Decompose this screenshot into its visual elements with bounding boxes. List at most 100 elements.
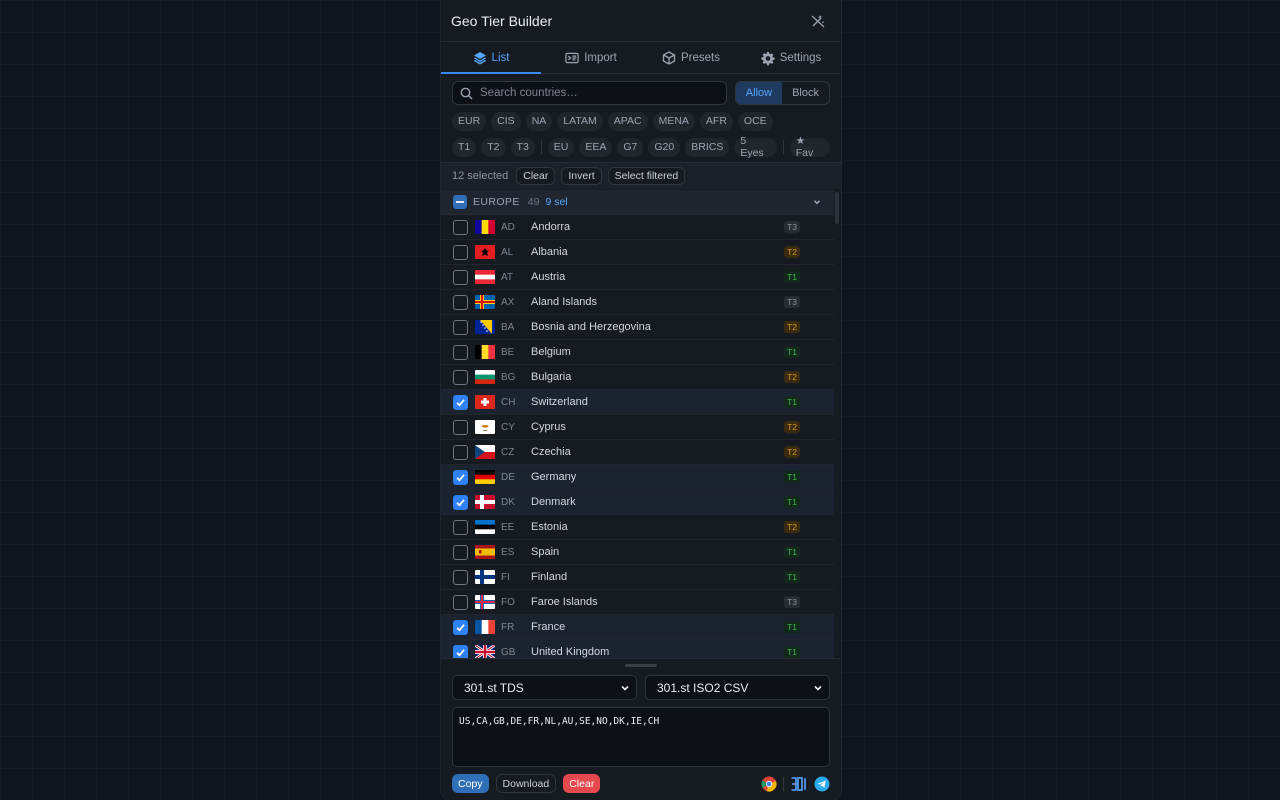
region-chip[interactable]: MENA	[652, 111, 695, 131]
country-checkbox[interactable]	[453, 619, 468, 635]
checkmark-icon	[456, 623, 465, 632]
tier-chip[interactable]: T1	[452, 137, 477, 157]
allow-mode-button[interactable]: Allow	[735, 82, 783, 104]
country-checkbox[interactable]	[453, 444, 468, 460]
output-textarea[interactable]: US,CA,GB,DE,FR,NL,AU,SE,NO,DK,IE,CH	[452, 707, 830, 767]
country-checkbox[interactable]	[453, 244, 468, 260]
country-checkbox[interactable]	[453, 219, 468, 235]
country-checkbox[interactable]	[453, 569, 468, 585]
country-row[interactable]: FR France T1	[441, 615, 834, 640]
country-list[interactable]: EUROPE 49 9 sel AD Andorra T3 AL Albania T2 AT…	[441, 190, 841, 658]
country-row[interactable]: AD Andorra T3	[441, 215, 834, 240]
flag-fi-icon	[475, 570, 495, 584]
country-checkbox[interactable]	[453, 344, 468, 360]
brand-301-icon[interactable]	[790, 776, 808, 792]
region-chip[interactable]: EUR	[452, 111, 487, 131]
region-chip[interactable]: AFR	[699, 111, 733, 131]
tab-presets[interactable]: Presets	[641, 42, 741, 73]
flag-be-icon	[475, 345, 495, 359]
country-checkbox[interactable]	[453, 594, 468, 610]
country-checkbox[interactable]	[453, 269, 468, 285]
tier-badge: T1	[784, 621, 800, 633]
country-row[interactable]: AT Austria T1	[441, 265, 834, 290]
tier-chip[interactable]: T2	[481, 137, 506, 157]
search-box	[452, 81, 727, 105]
tab-settings-label: Settings	[779, 51, 822, 64]
country-checkbox[interactable]	[453, 419, 468, 435]
country-row[interactable]: FI Finland T1	[441, 565, 834, 590]
country-row[interactable]: DE Germany T1	[441, 465, 834, 490]
tier-badge: T1	[784, 571, 800, 583]
country-checkbox[interactable]	[453, 544, 468, 560]
region-chip[interactable]: LATAM	[557, 111, 603, 131]
country-checkbox[interactable]	[453, 319, 468, 335]
country-checkbox[interactable]	[453, 644, 468, 658]
chrome-icon[interactable]	[761, 776, 777, 792]
tier-badge: T3	[784, 596, 800, 608]
checkmark-icon	[456, 398, 465, 407]
copy-button[interactable]: Copy	[452, 774, 489, 793]
country-name: United Kingdom	[531, 646, 610, 658]
country-row[interactable]: BG Bulgaria T2	[441, 365, 834, 390]
resize-handle[interactable]	[625, 664, 657, 667]
tab-list[interactable]: List	[441, 42, 541, 74]
region-chip[interactable]: CIS	[491, 111, 521, 131]
favorites-chip[interactable]: ★ Fav	[789, 135, 831, 159]
region-chip[interactable]: NA	[525, 111, 553, 131]
tab-list-label: List	[491, 51, 510, 64]
block-mode-button[interactable]: Block	[782, 82, 829, 104]
invert-selection-button[interactable]: Invert	[561, 167, 602, 185]
bloc-chip[interactable]: G7	[617, 137, 644, 157]
tier-badge: T2	[784, 421, 800, 433]
country-row[interactable]: ES Spain T1	[441, 540, 834, 565]
output-format-select[interactable]: 301.st ISO2 CSV	[645, 675, 830, 700]
flag-ad-icon	[475, 220, 495, 234]
country-row[interactable]: EE Estonia T2	[441, 515, 834, 540]
bloc-chip[interactable]: EU	[547, 137, 575, 157]
country-row[interactable]: BE Belgium T1	[441, 340, 834, 365]
clear-selection-button[interactable]: Clear	[516, 167, 556, 185]
tab-import[interactable]: Import	[541, 42, 641, 73]
country-row[interactable]: GB United Kingdom T1	[441, 640, 834, 658]
tab-presets-label: Presets	[681, 51, 720, 64]
country-checkbox[interactable]	[453, 494, 468, 510]
country-checkbox[interactable]	[453, 294, 468, 310]
country-row[interactable]: CY Cyprus T2	[441, 415, 834, 440]
country-name: Estonia	[531, 521, 568, 533]
country-row[interactable]: FO Faroe Islands T3	[441, 590, 834, 615]
country-row[interactable]: DK Denmark T1	[441, 490, 834, 515]
bloc-chip[interactable]: BRICS	[685, 137, 730, 157]
country-row[interactable]: AL Albania T2	[441, 240, 834, 265]
bloc-chip[interactable]: EEA	[579, 137, 613, 157]
select-filtered-button[interactable]: Select filtered	[607, 167, 686, 185]
region-chip[interactable]: OCE	[737, 111, 773, 131]
country-checkbox[interactable]	[453, 519, 468, 535]
bloc-chip[interactable]: G20	[648, 137, 681, 157]
country-row[interactable]: AX Aland Islands T3	[441, 290, 834, 315]
magic-wand-button[interactable]	[807, 10, 829, 32]
region-chip[interactable]: APAC	[607, 111, 648, 131]
clear-output-button[interactable]: Clear	[563, 774, 601, 793]
country-checkbox[interactable]	[453, 369, 468, 385]
country-row[interactable]: CZ Czechia T2	[441, 440, 834, 465]
chevron-down-icon[interactable]	[812, 197, 822, 207]
export-footer: 301.st TDS 301.st ISO2 CSV US,CA,GB,DE,F…	[441, 658, 841, 800]
group-header-europe[interactable]: EUROPE 49 9 sel	[441, 190, 834, 215]
flag-ch-icon	[475, 395, 495, 409]
country-row[interactable]: CH Switzerland T1	[441, 390, 834, 415]
list-scrollbar[interactable]	[835, 192, 839, 224]
bloc-chip[interactable]: 5 Eyes	[734, 135, 777, 159]
country-row[interactable]: BA Bosnia and Herzegovina T2	[441, 315, 834, 340]
telegram-icon[interactable]	[814, 776, 830, 792]
group-partial-checkbox[interactable]	[453, 195, 467, 209]
tab-settings[interactable]: Settings	[741, 42, 841, 73]
country-name: Denmark	[531, 496, 576, 508]
platform-select[interactable]: 301.st TDS	[452, 675, 637, 700]
tier-chip[interactable]: T3	[510, 137, 535, 157]
country-checkbox[interactable]	[453, 394, 468, 410]
search-input[interactable]	[480, 87, 719, 99]
country-checkbox[interactable]	[453, 469, 468, 485]
country-name: Finland	[531, 571, 568, 583]
chip-divider	[782, 140, 784, 154]
download-button[interactable]: Download	[495, 774, 557, 793]
